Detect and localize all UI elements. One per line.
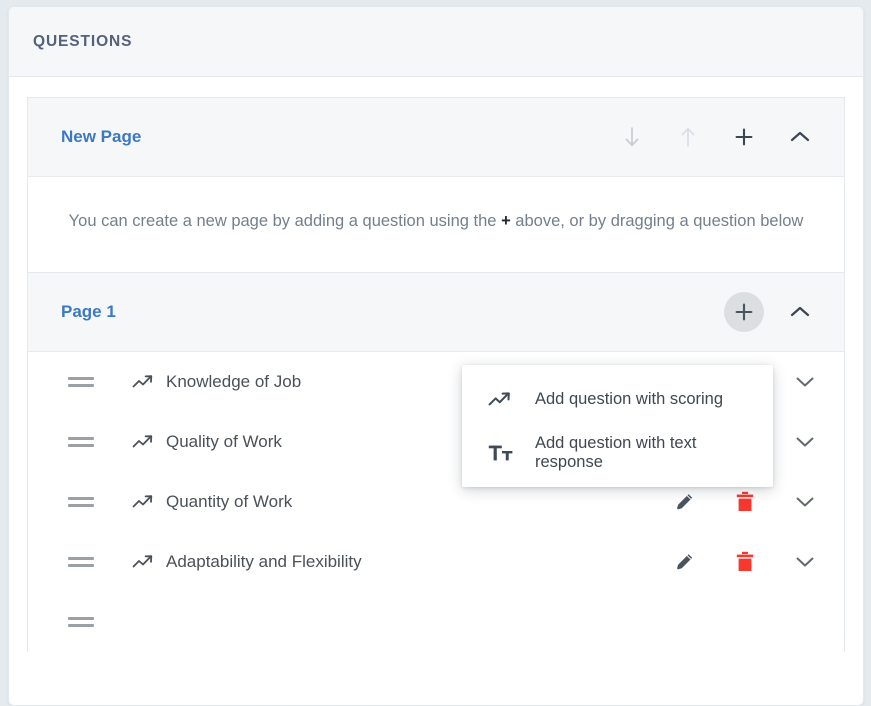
move-down-icon[interactable] bbox=[612, 117, 652, 157]
drag-handle-icon[interactable] bbox=[68, 556, 94, 567]
menu-item-label: Add question with scoring bbox=[535, 390, 724, 408]
table-row[interactable]: Adaptability and Flexibility bbox=[28, 531, 844, 592]
drag-handle-icon[interactable] bbox=[68, 376, 94, 387]
scoring-chart-icon bbox=[132, 554, 156, 570]
drag-handle-icon[interactable] bbox=[68, 496, 94, 507]
page-header-new-page: New Page bbox=[28, 98, 844, 177]
expand-chevron-down-icon[interactable] bbox=[790, 487, 820, 517]
questions-panel: QUESTIONS New Page You can create a new … bbox=[8, 6, 864, 706]
scoring-chart-icon bbox=[132, 434, 156, 450]
question-label: Adaptability and Flexibility bbox=[166, 551, 362, 571]
question-actions bbox=[670, 547, 820, 577]
collapse-icon[interactable] bbox=[780, 292, 820, 332]
page-actions-new-page bbox=[612, 117, 820, 157]
menu-item-add-question-with-text-response[interactable]: Add question with text response bbox=[462, 426, 773, 479]
delete-trash-icon[interactable] bbox=[730, 487, 760, 517]
new-page-instructions: You can create a new page by adding a qu… bbox=[28, 177, 844, 272]
delete-trash-icon[interactable] bbox=[730, 547, 760, 577]
page-title: QUESTIONS bbox=[33, 32, 133, 50]
page-actions-page-1 bbox=[724, 291, 820, 332]
question-label: Quantity of Work bbox=[166, 491, 293, 511]
panel-header: QUESTIONS bbox=[9, 7, 863, 77]
add-question-icon[interactable] bbox=[724, 291, 764, 332]
instructions-text-after: above, or by dragging a question below bbox=[515, 212, 804, 230]
move-up-icon[interactable] bbox=[668, 117, 708, 157]
expand-chevron-down-icon[interactable] bbox=[790, 367, 820, 397]
drag-handle-icon[interactable] bbox=[68, 436, 94, 447]
edit-pencil-icon[interactable] bbox=[670, 487, 700, 517]
menu-item-label: Add question with text response bbox=[535, 433, 697, 471]
collapse-icon[interactable] bbox=[780, 117, 820, 157]
menu-item-add-question-with-scoring[interactable]: Add question with scoring bbox=[462, 373, 773, 426]
scoring-chart-icon bbox=[132, 374, 156, 390]
text-response-icon bbox=[488, 443, 514, 463]
scoring-chart-icon bbox=[488, 391, 514, 408]
instructions-plus-glyph: + bbox=[501, 212, 511, 230]
page-name-link[interactable]: Page 1 bbox=[61, 302, 724, 322]
add-question-icon[interactable] bbox=[724, 117, 764, 157]
page-card-new-page: New Page You can create a new page by ad… bbox=[27, 97, 845, 272]
expand-chevron-down-icon[interactable] bbox=[790, 547, 820, 577]
add-question-dropdown-menu: Add question with scoring Add question w… bbox=[462, 365, 773, 487]
expand-chevron-down-icon[interactable] bbox=[790, 427, 820, 457]
scoring-chart-icon bbox=[132, 494, 156, 510]
drag-handle-icon[interactable] bbox=[68, 616, 94, 627]
page-header-page-1: Page 1 bbox=[28, 272, 844, 352]
question-actions bbox=[670, 487, 820, 517]
edit-pencil-icon[interactable] bbox=[670, 547, 700, 577]
instructions-text-before: You can create a new page by adding a qu… bbox=[68, 212, 497, 230]
page-name-link[interactable]: New Page bbox=[61, 127, 612, 147]
